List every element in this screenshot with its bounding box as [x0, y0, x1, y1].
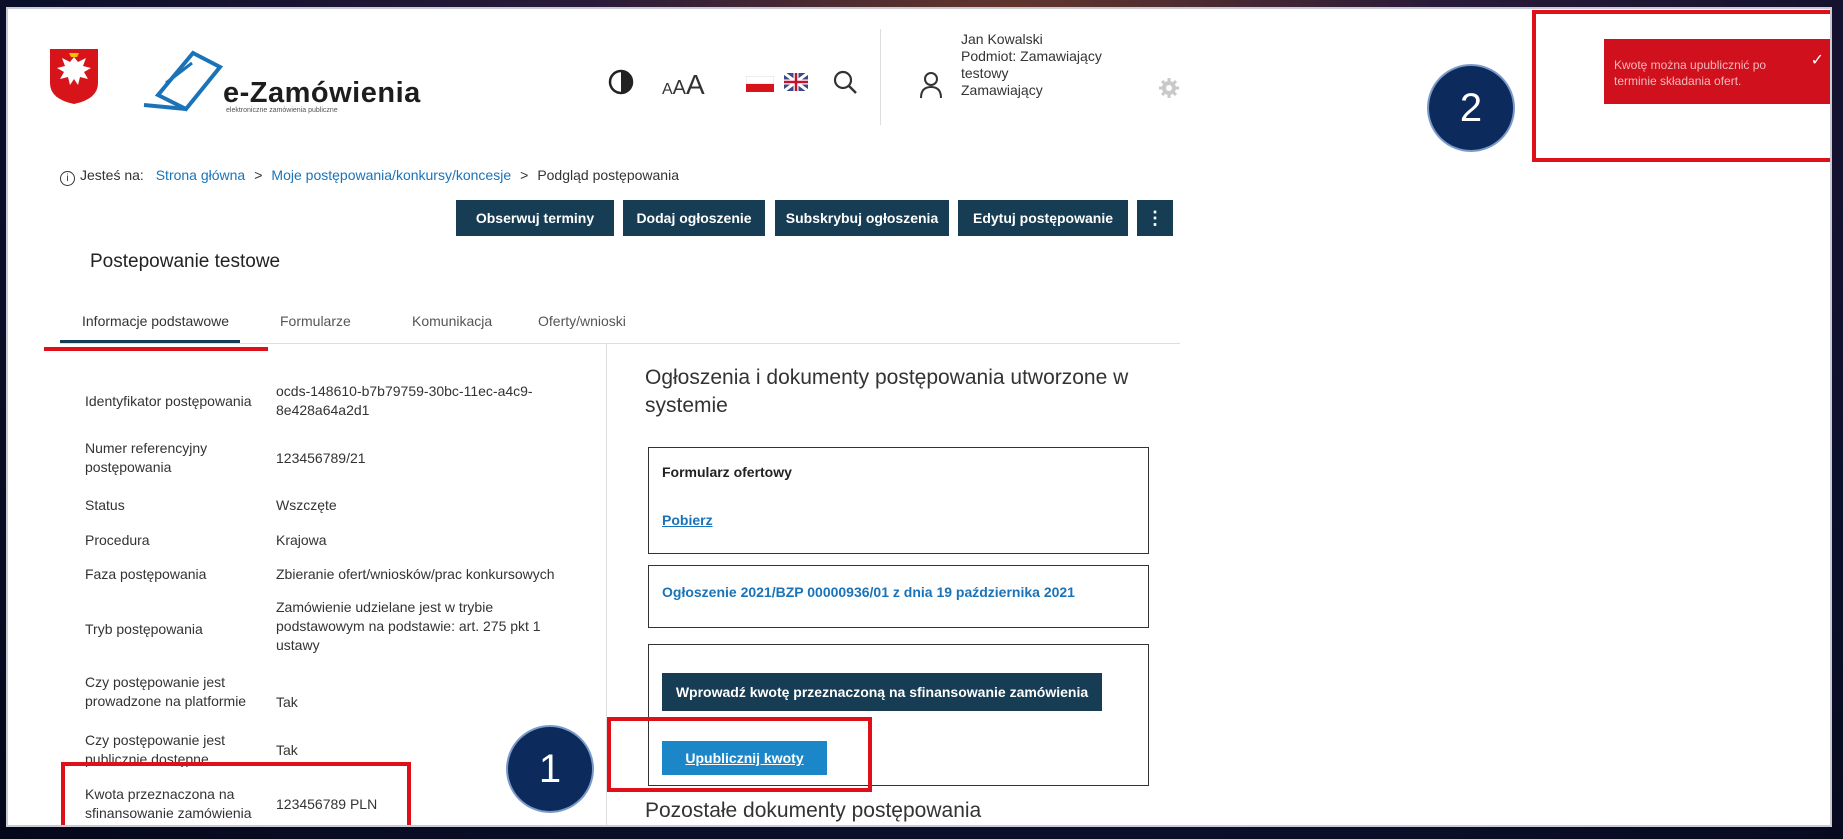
info-label: Tryb postępowania — [85, 621, 203, 637]
add-notice-button[interactable]: Dodaj ogłoszenie — [623, 200, 765, 236]
info-value: Zbieranie ofert/wniosków/prac konkursowy… — [276, 566, 555, 582]
info-value: Wszczęte — [276, 497, 337, 513]
app-window: e-Zamówienia elektroniczne zamówienia pu… — [6, 7, 1832, 827]
info-label: Czy postępowanie jest prowadzone na plat… — [85, 674, 247, 709]
notice-link[interactable]: Ogłoszenie 2021/BZP 00000936/01 z dnia 1… — [662, 584, 1075, 600]
enter-amount-button[interactable]: Wprowadź kwotę przeznaczoną na sfinansow… — [662, 673, 1102, 711]
callout-2: 2 — [1427, 64, 1515, 152]
highlight-underline — [44, 347, 268, 351]
polish-flag-icon[interactable] — [746, 76, 774, 92]
notice-box: Ogłoszenie 2021/BZP 00000936/01 z dnia 1… — [648, 565, 1149, 628]
info-label: Faza postępowania — [85, 566, 207, 582]
info-value: Zamówienie udzielane jest w trybie podst… — [276, 599, 541, 653]
header-divider — [880, 29, 881, 125]
download-link[interactable]: Pobierz — [662, 512, 713, 528]
highlight-box-publish — [607, 717, 872, 792]
search-icon[interactable] — [832, 69, 858, 95]
contrast-icon[interactable] — [608, 69, 634, 95]
gear-icon[interactable] — [1158, 77, 1180, 99]
font-medium: A — [672, 77, 687, 99]
poland-emblem-icon — [50, 49, 98, 104]
breadcrumb-separator: > — [254, 167, 263, 183]
breadcrumb-prefix: Jesteś na: — [80, 167, 144, 183]
breadcrumb-home[interactable]: Strona główna — [156, 167, 246, 183]
page-title: Postepowanie testowe — [90, 251, 281, 272]
breadcrumb-current: Podgląd postępowania — [537, 167, 679, 183]
tab-basic-info[interactable]: Informacje podstawowe — [82, 313, 229, 329]
documents-heading: Ogłoszenia i dokumenty postępowania utwo… — [645, 366, 1129, 417]
active-tab-indicator — [60, 340, 240, 343]
font-size-toggle[interactable]: AAA — [662, 69, 705, 101]
callout-1: 1 — [506, 725, 594, 813]
uk-flag-icon[interactable] — [784, 73, 808, 91]
user-role: Zamawiający — [961, 82, 1043, 98]
info-label: Status — [85, 497, 125, 513]
observe-deadlines-button[interactable]: Obserwuj terminy — [456, 200, 614, 236]
info-value: Krajowa — [276, 532, 327, 548]
user-icon[interactable] — [919, 71, 943, 99]
font-small: A — [662, 81, 673, 98]
more-options-button[interactable]: ⋮ — [1137, 200, 1173, 236]
other-documents-heading: Pozostałe dokumenty postępowania — [645, 799, 982, 822]
tab-communication[interactable]: Komunikacja — [412, 313, 492, 329]
logo-title: e-Zamówienia — [223, 77, 421, 109]
offer-form-box: Formularz ofertowy Pobierz — [648, 447, 1149, 554]
info-value: Tak — [276, 694, 298, 710]
user-entity-name: testowy — [961, 65, 1009, 81]
logo-subtitle: elektroniczne zamówienia publiczne — [226, 107, 338, 114]
user-name: Jan Kowalski — [961, 31, 1043, 47]
breadcrumb-my-procedures[interactable]: Moje postępowania/konkursy/koncesje — [271, 167, 511, 183]
user-entity: Podmiot: Zamawiający — [961, 48, 1102, 64]
info-value: 123456789/21 — [276, 450, 366, 466]
tab-offers[interactable]: Oferty/wnioski — [538, 313, 626, 329]
highlight-box-amount — [61, 762, 411, 825]
offer-form-title: Formularz ofertowy — [662, 464, 792, 480]
info-label: Identyfikator postępowania — [85, 393, 252, 409]
e-zamowienia-logo-icon — [143, 50, 224, 112]
breadcrumb: i Jesteś na: Strona główna > Moje postępowa… — [60, 167, 679, 186]
info-label: Numer referencyjny postępowania — [85, 440, 208, 475]
info-label: Procedura — [85, 532, 150, 548]
highlight-box-toast — [1532, 10, 1830, 162]
subscribe-notices-button[interactable]: Subskrybuj ogłoszenia — [775, 200, 949, 236]
user-info[interactable]: Jan Kowalski Podmiot: Zamawiający testow… — [961, 31, 1102, 99]
breadcrumb-separator: > — [520, 167, 529, 183]
info-value: ocds-148610-b7b79759-30bc-11ec-a4c9-8e42… — [276, 383, 533, 418]
edit-procedure-button[interactable]: Edytuj postępowanie — [958, 200, 1128, 236]
tab-forms[interactable]: Formularze — [280, 313, 351, 329]
info-icon: i — [60, 171, 75, 186]
tab-bar: Informacje podstawowe Formularze Komunik… — [60, 309, 1180, 344]
font-large: A — [686, 69, 705, 100]
